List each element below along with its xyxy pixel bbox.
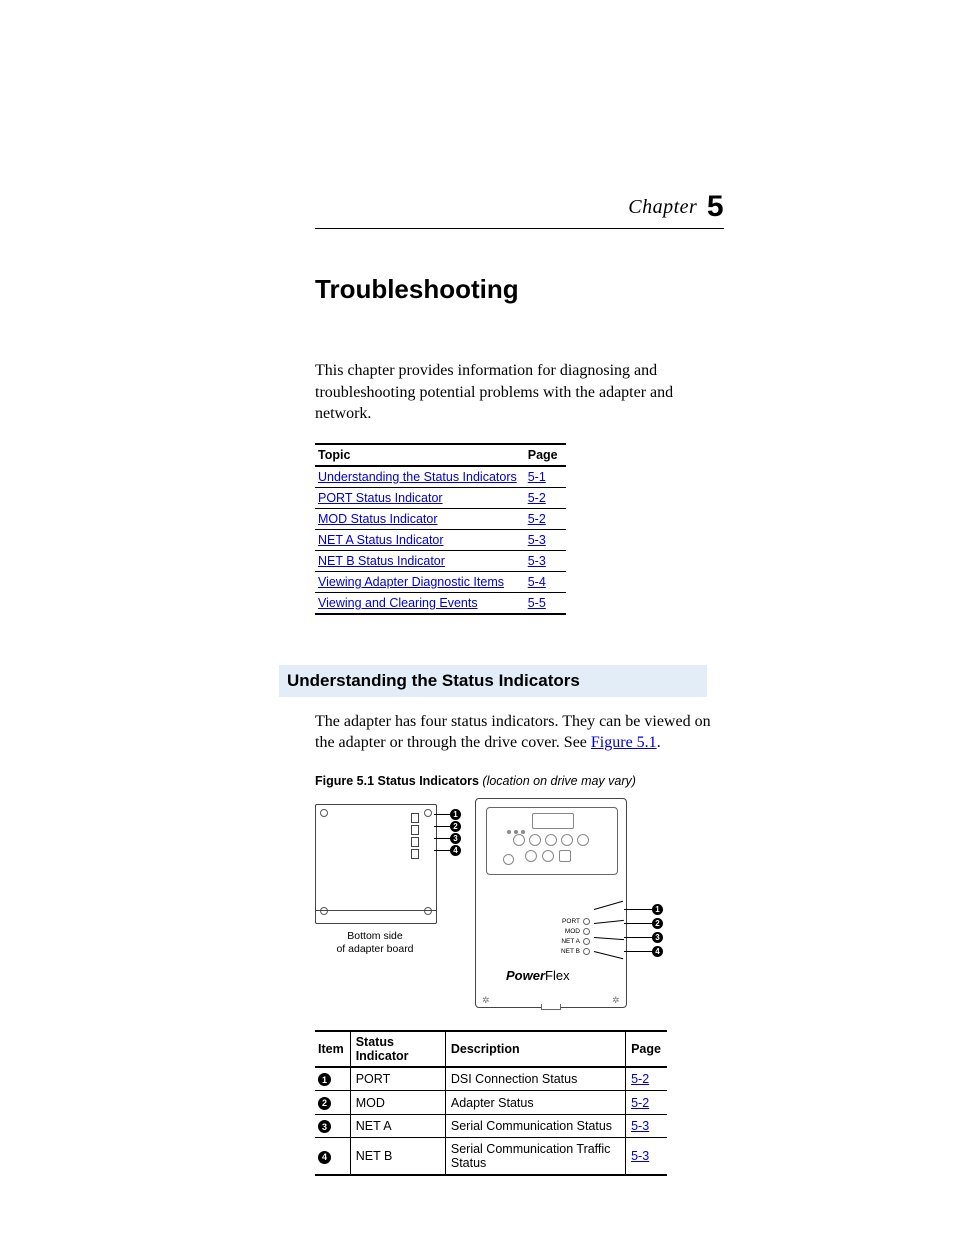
adapter-board-group: 1 2 3 4 Bottom side of adapter board — [315, 798, 437, 1008]
desc-cell: Adapter Status — [445, 1091, 625, 1115]
chapter-number: 5 — [707, 190, 724, 223]
table-row: 2 MOD Adapter Status 5-2 — [315, 1091, 667, 1115]
figure-note: (location on drive may vary) — [482, 774, 636, 788]
toc-link[interactable]: Viewing and Clearing Events — [318, 596, 478, 610]
toc-link[interactable]: Viewing Adapter Diagnostic Items — [318, 575, 504, 589]
toc-page-link[interactable]: 5-3 — [528, 554, 546, 568]
toc-page-link[interactable]: 5-2 — [528, 512, 546, 526]
toc-link[interactable]: MOD Status Indicator — [318, 512, 438, 526]
toc-link[interactable]: PORT Status Indicator — [318, 491, 443, 505]
table-row: 3 NET A Serial Communication Status 5-3 — [315, 1114, 667, 1138]
desc-cell: Serial Communication Traffic Status — [445, 1138, 625, 1176]
led-mod-label: MOD — [565, 927, 580, 937]
item-bubble-icon: 4 — [318, 1151, 331, 1164]
ind-header-item: Item — [315, 1031, 350, 1067]
chapter-rule — [315, 228, 724, 229]
section-heading: Understanding the Status Indicators — [279, 665, 707, 697]
ind-page-link[interactable]: 5-2 — [631, 1072, 649, 1086]
table-row: 4 NET B Serial Communication Traffic Sta… — [315, 1138, 667, 1176]
intro-paragraph: This chapter provides information for di… — [315, 360, 724, 425]
ind-cell: NET B — [350, 1138, 445, 1176]
toc-page-link[interactable]: 5-3 — [528, 533, 546, 547]
brand-light: Flex — [545, 968, 570, 983]
toc-link[interactable]: Understanding the Status Indicators — [318, 470, 517, 484]
desc-cell: DSI Connection Status — [445, 1067, 625, 1091]
ind-page-link[interactable]: 5-3 — [631, 1119, 649, 1133]
drive-callouts: 1 2 3 4 — [624, 903, 663, 959]
powerflex-logo: PowerFlex — [506, 968, 570, 983]
ind-header-indicator: Status Indicator — [350, 1031, 445, 1067]
item-bubble-icon: 1 — [318, 1073, 331, 1086]
topic-table: Topic Page Understanding the Status Indi… — [315, 443, 566, 615]
ind-header-desc: Description — [445, 1031, 625, 1067]
ind-cell: MOD — [350, 1091, 445, 1115]
led-netb-label: NET B — [561, 947, 580, 957]
desc-cell: Serial Communication Status — [445, 1114, 625, 1138]
ind-cell: NET A — [350, 1114, 445, 1138]
toc-page-link[interactable]: 5-5 — [528, 596, 546, 610]
led-neta-label: NET A — [561, 937, 580, 947]
led-port-label: PORT — [562, 917, 580, 927]
board-caption-l1: Bottom side — [347, 930, 402, 942]
indicator-table: Item Status Indicator Description Page 1… — [315, 1030, 667, 1177]
board-caption-l2: of adapter board — [336, 943, 413, 955]
brand-bold: Power — [506, 968, 545, 983]
toc-page-link[interactable]: 5-2 — [528, 491, 546, 505]
ind-header-page: Page — [626, 1031, 667, 1067]
page-title: Troubleshooting — [315, 274, 724, 305]
board-callouts: 1 2 3 4 — [434, 809, 461, 857]
item-bubble-icon: 2 — [318, 1097, 331, 1110]
topic-header: Topic — [315, 444, 525, 466]
ind-page-link[interactable]: 5-3 — [631, 1149, 649, 1163]
toc-page-link[interactable]: 5-4 — [528, 575, 546, 589]
board-caption: Bottom side of adapter board — [315, 930, 435, 955]
ind-page-link[interactable]: 5-2 — [631, 1096, 649, 1110]
adapter-board-icon: 1 2 3 4 — [315, 804, 437, 924]
drive-led-labels: PORT MOD NET A NET B — [561, 917, 590, 957]
section-paragraph: The adapter has four status indicators. … — [315, 711, 724, 754]
toc-link[interactable]: NET B Status Indicator — [318, 554, 445, 568]
figure-link[interactable]: Figure 5.1 — [591, 734, 657, 751]
page-header: Page — [525, 444, 566, 466]
ind-cell: PORT — [350, 1067, 445, 1091]
page-container: Chapter 5 Troubleshooting This chapter p… — [0, 0, 954, 1256]
chapter-label: Chapter — [628, 196, 697, 218]
figure-label: Figure 5.1 Status Indicators — [315, 774, 482, 788]
section-text-end: . — [657, 734, 661, 751]
item-bubble-icon: 3 — [318, 1120, 331, 1133]
figure-row: 1 2 3 4 Bottom side of adapter board PO — [315, 798, 724, 1008]
chapter-heading: Chapter 5 — [315, 190, 724, 224]
table-row: 1 PORT DSI Connection Status 5-2 — [315, 1067, 667, 1091]
toc-link[interactable]: NET A Status Indicator — [318, 533, 444, 547]
figure-caption: Figure 5.1 Status Indicators (location o… — [315, 774, 724, 788]
drive-front-icon: PORT MOD NET A NET B 1 2 3 4 PowerFlex ✲… — [475, 798, 627, 1008]
toc-page-link[interactable]: 5-1 — [528, 470, 546, 484]
